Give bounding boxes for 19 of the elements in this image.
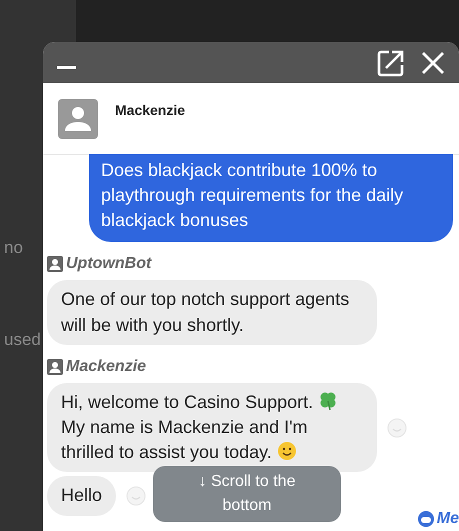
contact-name: Mackenzie: [115, 103, 186, 120]
sender-name: UptownBot: [66, 254, 152, 274]
brand-text: Me: [436, 509, 459, 529]
person-icon: [47, 358, 63, 375]
scroll-to-bottom-button[interactable]: ↓ Scroll to the bottom: [153, 466, 341, 522]
outgoing-message: Does blackjack contribute 100% to playthrough requirements for the daily blackjack bonuses: [89, 154, 453, 242]
clover-icon: [318, 390, 338, 411]
sender-name: Mackenzie: [66, 356, 146, 377]
incoming-message: Hello: [47, 476, 116, 516]
background-text: no: [4, 237, 23, 259]
incoming-message: Hi, welcome to Casino Support. My name is Mackenzie and I'm thrilled to assist you today.: [47, 382, 377, 472]
person-icon: [47, 256, 63, 272]
smiley-icon: [276, 441, 297, 462]
close-icon[interactable]: [421, 50, 445, 74]
background-text: used: [4, 329, 41, 351]
logo-icon: [416, 510, 435, 528]
incoming-message: One of our top notch support agents will be with you shortly.: [47, 280, 377, 345]
pop-out-icon[interactable]: [377, 48, 405, 76]
avatar-icon: [58, 99, 98, 139]
